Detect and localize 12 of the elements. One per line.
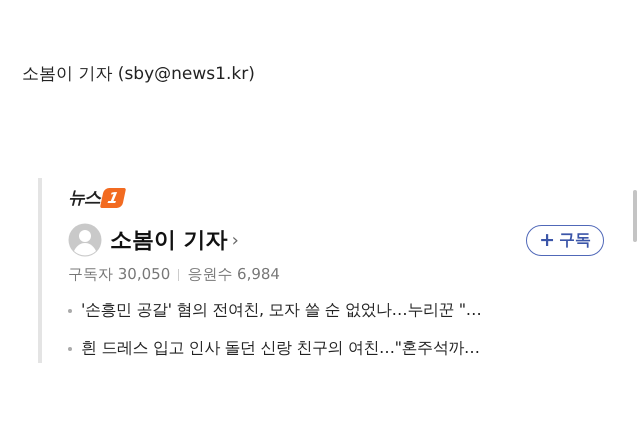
article-link[interactable]: 흰 드레스 입고 인사 돌던 신랑 친구의 여친…"혼주석까…: [81, 338, 480, 359]
reporter-name-link[interactable]: 소봄이 기자 ›: [110, 225, 239, 255]
avatar-icon: [68, 223, 102, 257]
bullet-icon: [68, 308, 72, 312]
bullet-icon: [68, 346, 72, 350]
reporter-byline: 소봄이 기자 (sby@news1.kr): [22, 63, 256, 86]
stat-text: 응원수 6,984: [187, 265, 280, 284]
article-link[interactable]: '손흥민 공갈' 혐의 전여친, 모자 쓸 순 없었나…누리꾼 "…: [81, 300, 482, 321]
news-logo: 뉴스 1: [68, 186, 124, 209]
subscribe-button[interactable]: + 구독: [526, 224, 604, 256]
stat-text: 구독자 30,050: [68, 265, 170, 284]
scrollbar[interactable]: [633, 190, 637, 242]
